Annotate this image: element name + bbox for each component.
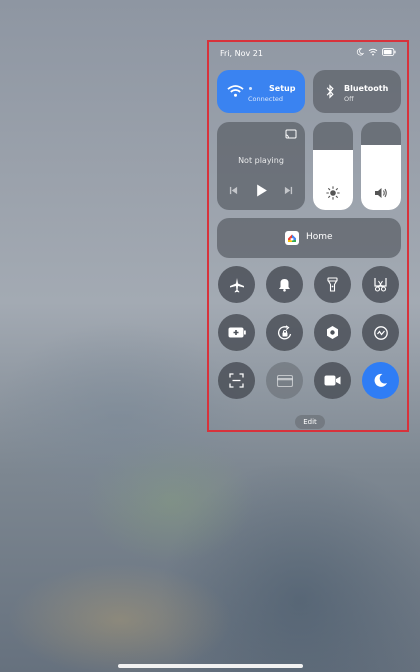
brightness-fill: [313, 150, 353, 210]
media-status: Not playing: [238, 156, 284, 165]
bell-icon: [279, 278, 290, 292]
cast-icon[interactable]: [285, 129, 297, 139]
status-bar: Fri, Nov 21: [220, 48, 396, 62]
screenshot-icon: [374, 278, 387, 292]
sound-button[interactable]: [266, 266, 303, 303]
home-label: Home: [306, 232, 333, 242]
airplane-icon: [229, 277, 244, 292]
wallet-card-button[interactable]: [266, 362, 303, 399]
volume-icon: [375, 188, 387, 198]
scan-button[interactable]: [218, 362, 255, 399]
dark-mode-button[interactable]: [362, 362, 399, 399]
wifi-tile[interactable]: Setup Connected: [217, 70, 305, 113]
bluetooth-status: Off: [344, 95, 354, 103]
wifi-icon: [368, 48, 378, 56]
volume-fill: [361, 144, 401, 210]
brightness-slider[interactable]: [313, 122, 353, 210]
rotation-lock-button[interactable]: [266, 314, 303, 351]
play-icon[interactable]: [256, 184, 267, 197]
google-home-icon: [285, 231, 299, 245]
hexagon-settings-icon: [327, 326, 338, 339]
scan-icon: [229, 373, 244, 388]
wifi-label: Setup: [269, 84, 296, 93]
battery-icon: [382, 48, 396, 56]
video-icon: [324, 375, 341, 386]
battery-saver-icon: [228, 327, 246, 338]
volume-slider[interactable]: [361, 122, 401, 210]
home-indicator[interactable]: [118, 664, 303, 668]
settings-toggle-button[interactable]: [314, 314, 351, 351]
video-button[interactable]: [314, 362, 351, 399]
airplane-mode-button[interactable]: [218, 266, 255, 303]
brightness-icon: [326, 186, 340, 200]
flashlight-button[interactable]: [314, 266, 351, 303]
wifi-status: Connected: [248, 95, 284, 103]
moon-icon: [356, 48, 364, 56]
moon-icon: [374, 373, 387, 387]
sync-button[interactable]: [362, 314, 399, 351]
wifi-dot: [249, 87, 252, 90]
edit-button[interactable]: Edit: [295, 415, 325, 429]
media-tile[interactable]: Not playing: [217, 122, 305, 210]
home-tile[interactable]: Home: [217, 218, 401, 258]
rotation-lock-icon: [277, 324, 291, 339]
battery-saver-button[interactable]: [218, 314, 255, 351]
flashlight-icon: [327, 277, 338, 292]
next-icon[interactable]: [284, 186, 293, 195]
bluetooth-icon: [326, 84, 334, 99]
bluetooth-tile[interactable]: Bluetooth Off: [313, 70, 401, 113]
previous-icon[interactable]: [229, 186, 238, 195]
card-icon: [276, 374, 293, 387]
bluetooth-label: Bluetooth: [344, 84, 389, 93]
sync-icon: [373, 325, 388, 340]
date-label: Fri, Nov 21: [220, 49, 263, 58]
screenshot-button[interactable]: [362, 266, 399, 303]
wifi-icon: [227, 85, 244, 97]
control-center-panel: Fri, Nov 21 Setup Connected Bluetooth Of…: [207, 40, 409, 432]
